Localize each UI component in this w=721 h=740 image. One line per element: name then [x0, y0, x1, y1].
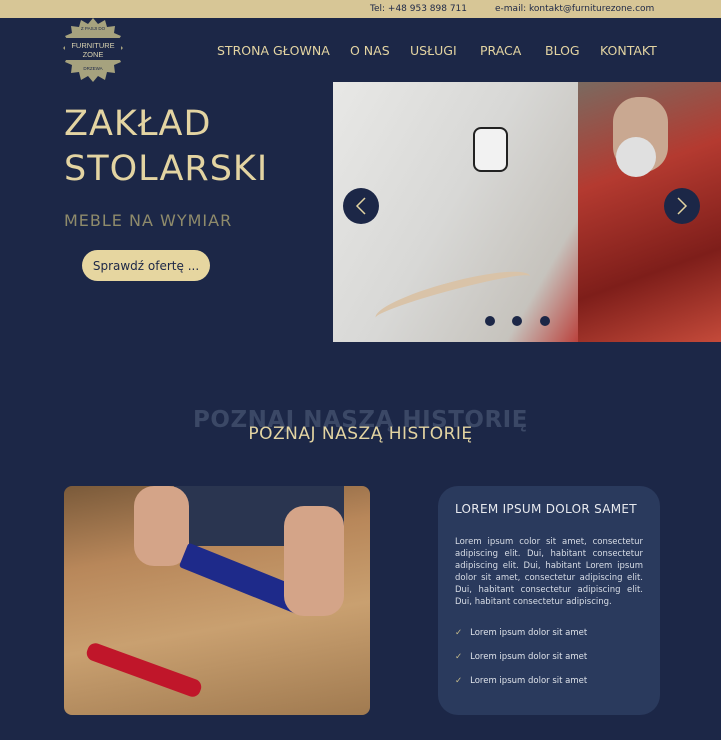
photo-hand-left: [134, 486, 189, 566]
nav-about[interactable]: O NAS: [350, 43, 390, 58]
phone-text[interactable]: Tel: +48 953 898 711: [370, 4, 467, 14]
slider-dot-3[interactable]: [540, 316, 550, 326]
slider-dot-1[interactable]: [485, 316, 495, 326]
offer-button[interactable]: Sprawdź ofertę ...: [82, 250, 210, 281]
photo-screwdriver: [84, 641, 204, 699]
nav-services[interactable]: USŁUGI: [410, 43, 457, 58]
svg-text:DRZEWA: DRZEWA: [83, 66, 102, 71]
info-card: LOREM IPSUM DOLOR SAMET Lorem ipsum colo…: [438, 486, 660, 715]
list-item: ✓ Lorem ipsum dolor sit amet: [455, 628, 643, 652]
email-text[interactable]: e-mail: kontakt@furniturezone.com: [495, 4, 654, 14]
card-body: Lorem ipsum color sit amet, consectetur …: [455, 537, 643, 607]
svg-text:ZONE: ZONE: [83, 50, 104, 59]
hero-subtitle: MEBLE NA WYMIAR: [64, 211, 233, 230]
list-item: ✓ Lorem ipsum dolor sit amet: [455, 652, 643, 676]
list-item-text: Lorem ipsum dolor sit amet: [470, 676, 588, 686]
check-icon: ✓: [455, 676, 463, 686]
hero-slider: [333, 82, 721, 342]
chevron-left-icon: [355, 197, 366, 215]
hero-title: ZAKŁAD STOLARSKI: [64, 102, 268, 192]
hero-title-line1: ZAKŁAD: [64, 104, 212, 144]
check-icon: ✓: [455, 628, 463, 638]
slider-dot-2[interactable]: [512, 316, 522, 326]
logo[interactable]: FURNITURE ZONE Z PASJI DO DRZEWA: [63, 18, 123, 82]
hero-title-line2: STOLARSKI: [64, 149, 269, 189]
list-item-text: Lorem ipsum dolor sit amet: [470, 652, 588, 662]
nav-home[interactable]: STRONA GŁOWNA: [217, 43, 330, 58]
card-title: LOREM IPSUM DOLOR SAMET: [455, 502, 637, 516]
list-item: ✓ Lorem ipsum dolor sit amet: [455, 676, 643, 700]
nav-contact[interactable]: KONTAKT: [600, 43, 657, 58]
slide-image-spray-gun: [473, 127, 508, 172]
slider-prev-button[interactable]: [343, 188, 379, 224]
contact-bar: Tel: +48 953 898 711 e-mail: kontakt@fur…: [0, 0, 721, 18]
svg-text:FURNITURE: FURNITURE: [71, 41, 114, 50]
slider-next-button[interactable]: [664, 188, 700, 224]
chevron-right-icon: [677, 197, 688, 215]
nav-blog[interactable]: BLOG: [545, 43, 580, 58]
nav-jobs[interactable]: PRACA: [480, 43, 521, 58]
check-icon: ✓: [455, 652, 463, 662]
card-list: ✓ Lorem ipsum dolor sit amet ✓ Lorem ipsum…: [455, 628, 643, 700]
list-item-text: Lorem ipsum dolor sit amet: [470, 628, 588, 638]
history-photo: [64, 486, 370, 715]
slide-image-mask: [616, 137, 656, 177]
photo-hand-right: [284, 506, 344, 616]
section-title: POZNAJ NASZĄ HISTORIĘ: [248, 424, 473, 444]
slide-image-wood: [371, 261, 535, 333]
svg-text:Z PASJI DO: Z PASJI DO: [81, 26, 106, 31]
